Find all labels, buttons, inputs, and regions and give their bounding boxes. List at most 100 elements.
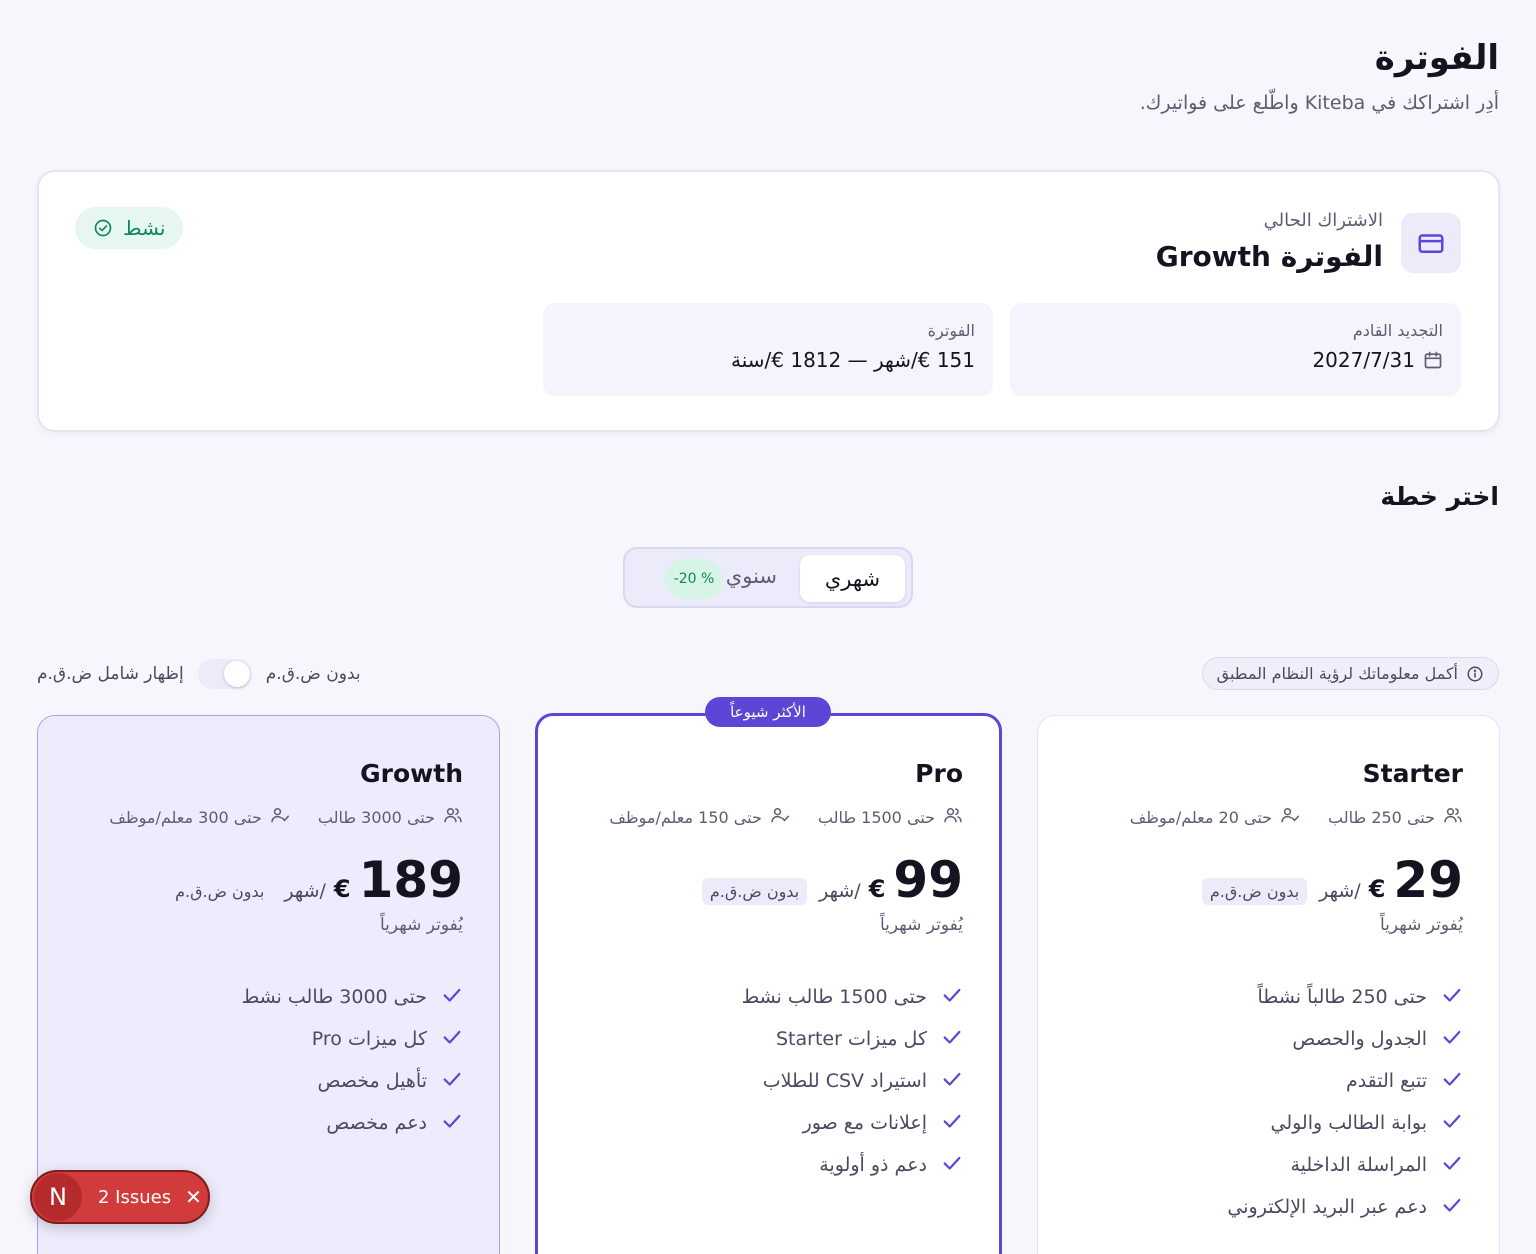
price-amount: 99 <box>893 851 963 909</box>
price-currency: € <box>1368 875 1386 903</box>
feature-list: حتى 1500 طالب نشط كل ميزات Starter استيراد… <box>742 976 963 1186</box>
billing-value: 151 €/شهر — 1812 €/سنة <box>731 348 975 372</box>
feature-list: حتى 250 طالباً نشطاً الجدول والحصص تتبع ال… <box>1227 976 1463 1228</box>
user-check-icon <box>1280 805 1300 829</box>
vat-tag: بدون ض.ق.م <box>175 882 265 901</box>
feature-item: حتى 1500 طالب نشط <box>742 976 963 1018</box>
check-icon <box>941 1026 963 1053</box>
check-icon <box>441 984 463 1011</box>
billing-box: الفوترة 151 €/شهر — 1812 €/سنة <box>543 303 993 396</box>
students-limit: حتى 250 طالب <box>1328 807 1435 827</box>
issues-count[interactable]: 2 Issues <box>98 1187 171 1208</box>
price-amount: 29 <box>1393 851 1463 909</box>
user-check-icon <box>270 805 290 829</box>
check-icon <box>441 1110 463 1137</box>
feature-label: إعلانات مع صور <box>802 1112 927 1134</box>
feature-item: إعلانات مع صور <box>742 1102 963 1144</box>
feature-label: تأهيل مخصص <box>317 1070 427 1092</box>
price-amount: 189 <box>358 851 463 909</box>
next-renewal-label: التجديد القادم <box>1352 321 1443 340</box>
billing-note: يُفوتر شهرياً <box>1380 915 1463 935</box>
check-icon <box>1441 1068 1463 1095</box>
credit-card-icon <box>1401 213 1461 273</box>
check-icon <box>941 1152 963 1179</box>
monthly-toggle-button[interactable]: شهري <box>800 555 905 602</box>
most-popular-badge: الأكثر شيوعاً <box>705 697 831 727</box>
feature-label: حتى 3000 طالب نشط <box>241 986 427 1008</box>
price-currency: € <box>868 875 886 903</box>
feature-item: حتى 3000 طالب نشط <box>242 976 463 1018</box>
issues-toast[interactable]: N 2 Issues ✕ <box>30 1170 210 1224</box>
regime-info-pill[interactable]: أكمل معلوماتك لرؤية النظام المطبق <box>1201 657 1499 690</box>
plan-name: Growth <box>360 759 463 788</box>
billing-label: الفوترة <box>927 321 975 340</box>
plan-limits: حتى 1500 طالب حتى 150 معلم/موظف <box>609 805 963 829</box>
page-title: الفوترة <box>1374 38 1499 78</box>
check-circle-icon <box>94 219 112 237</box>
price-row: 189 €/شهر بدون ض.ق.م <box>167 855 463 905</box>
feature-item: دعم مخصص <box>242 1102 463 1144</box>
users-icon <box>1443 805 1463 829</box>
feature-item: بوابة الطالب والولي <box>1227 1102 1463 1144</box>
feature-label: دعم عبر البريد الإلكتروني <box>1227 1196 1427 1218</box>
plan-card-starter[interactable]: Starter حتى 250 طالب حتى 20 معلم/موظف 29 € /ش… <box>1037 715 1500 1254</box>
vat-display-row: بدون ض.ق.م إظهار شامل ض.ق.م <box>37 657 361 691</box>
check-icon <box>1441 1152 1463 1179</box>
feature-item: تتبع التقدم <box>1227 1060 1463 1102</box>
feature-item: حتى 250 طالباً نشطاً <box>1227 976 1463 1018</box>
check-icon <box>1441 1026 1463 1053</box>
close-icon[interactable]: ✕ <box>185 1185 202 1209</box>
feature-item: تأهيل مخصص <box>242 1060 463 1102</box>
feature-label: دعم ذو أولوية <box>819 1154 927 1176</box>
page-subtitle: أدِر اشتراكك في Kiteba واطّلع على فواتير… <box>1139 92 1499 114</box>
subscription-plan-name: الفوترة Growth <box>1155 240 1383 273</box>
feature-item: المراسلة الداخلية <box>1227 1144 1463 1186</box>
plan-card-pro[interactable]: Pro حتى 1500 طالب حتى 150 معلم/موظف 99 € /شهر… <box>535 713 1002 1254</box>
check-icon <box>941 1110 963 1137</box>
feature-item: كل ميزات Pro <box>242 1018 463 1060</box>
calendar-icon <box>1424 351 1442 369</box>
next-renewal-box: التجديد القادم 2027/7/31 <box>1010 303 1461 396</box>
staff-limit: حتى 150 معلم/موظف <box>609 807 762 827</box>
status-badge: نشط <box>75 207 184 249</box>
subscription-caption: الاشتراك الحالي <box>1263 210 1383 231</box>
feature-label: دعم مخصص <box>326 1112 427 1134</box>
feature-label: حتى 1500 طالب نشط <box>741 986 927 1008</box>
yearly-toggle-button[interactable]: سنوي <box>726 564 777 588</box>
feature-label: تتبع التقدم <box>1345 1070 1427 1092</box>
vat-toggle-switch[interactable] <box>197 659 252 689</box>
users-icon <box>443 805 463 829</box>
check-icon <box>941 1068 963 1095</box>
vat-on-label: إظهار شامل ض.ق.م <box>37 664 184 684</box>
feature-item: كل ميزات Starter <box>742 1018 963 1060</box>
current-subscription-card: الاشتراك الحالي الفوترة Growth نشط التجد… <box>37 170 1500 432</box>
feature-list: حتى 3000 طالب نشط كل ميزات Pro تأهيل مخصص د… <box>242 976 463 1144</box>
users-icon <box>943 805 963 829</box>
plan-limits: حتى 250 طالب حتى 20 معلم/موظف <box>1130 805 1463 829</box>
check-icon <box>1441 984 1463 1011</box>
check-icon <box>1441 1194 1463 1221</box>
students-limit: حتى 1500 طالب <box>817 807 935 827</box>
plan-limits: حتى 3000 طالب حتى 300 معلم/موظف <box>109 805 463 829</box>
feature-label: كل ميزات Pro <box>311 1028 427 1050</box>
price-period: /شهر <box>1319 880 1361 902</box>
choose-plan-title: اختر خطة <box>1380 482 1499 511</box>
billing-period-toggle: شهري سنوي -20 % <box>623 547 913 608</box>
status-label: نشط <box>123 216 166 240</box>
vat-toggle-knob <box>223 661 250 687</box>
feature-item: دعم عبر البريد الإلكتروني <box>1227 1186 1463 1228</box>
plan-name: Starter <box>1362 759 1463 788</box>
students-limit: حتى 3000 طالب <box>317 807 435 827</box>
next-renewal-value: 2027/7/31 <box>1312 348 1415 372</box>
nextjs-logo-icon[interactable]: N <box>34 1173 82 1221</box>
billing-note: يُفوتر شهرياً <box>880 915 963 935</box>
feature-label: الجدول والحصص <box>1292 1028 1427 1050</box>
plan-name: Pro <box>915 759 963 788</box>
price-row: 99 € /شهر بدون ض.ق.م <box>701 851 963 909</box>
price-period: /شهر <box>284 880 326 902</box>
vat-tag: بدون ض.ق.م <box>1201 878 1308 905</box>
staff-limit: حتى 20 معلم/موظف <box>1129 807 1273 827</box>
info-icon <box>1467 666 1483 681</box>
feature-label: حتى 250 طالباً نشطاً <box>1257 986 1427 1008</box>
user-check-icon <box>770 805 790 829</box>
